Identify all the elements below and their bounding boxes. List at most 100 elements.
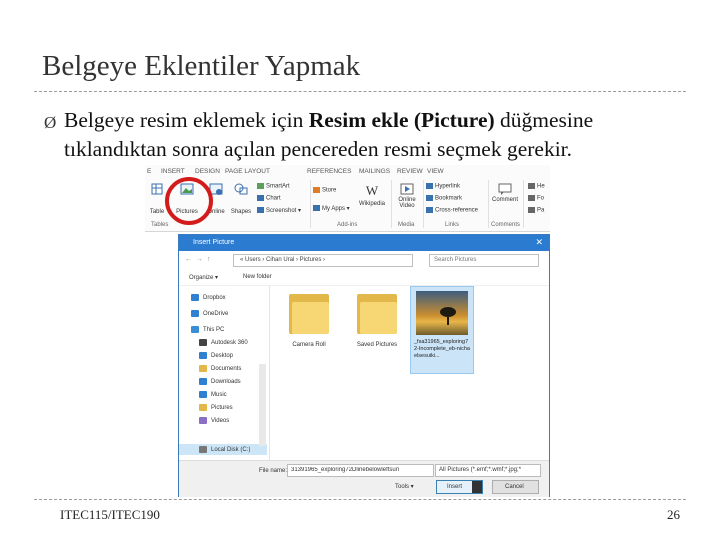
nav-arrows-icon[interactable]: ←→↑ — [185, 256, 215, 263]
footer-divider — [34, 499, 686, 500]
page-number-button[interactable]: Pa — [528, 207, 544, 214]
search-input[interactable]: Search Pictures — [429, 254, 539, 267]
apps-icon — [313, 205, 320, 212]
slide-title: Belgeye Eklentiler Yapmak — [42, 50, 361, 82]
new-folder-button[interactable]: New folder — [243, 274, 272, 280]
screenshot-button[interactable]: Screenshot ▾ — [257, 207, 301, 214]
search-placeholder: Search Pictures — [434, 257, 477, 263]
nav-item-autodesk[interactable]: Autodesk 360 — [199, 339, 248, 346]
dialog-titlebar: Insert Picture ✕ — [179, 235, 549, 251]
title-divider — [34, 91, 686, 92]
screenshot: E INSERT DESIGN PAGE LAYOUT REFERENCES M… — [145, 165, 550, 497]
ribbon-tab[interactable]: DESIGN — [195, 168, 220, 175]
group-tables: Tables — [151, 222, 169, 228]
nav-item-downloads[interactable]: Downloads — [199, 378, 241, 385]
computer-icon — [191, 326, 199, 333]
filename-input[interactable]: 31391965_exploring72Dlinebelowleftsuri — [287, 464, 434, 477]
file-item-selected[interactable]: _fsa31965_exploring72-Incomplete_eb-nich… — [410, 286, 474, 374]
path-box[interactable]: « Users › Cihan Ural › Pictures › — [233, 254, 413, 267]
path-text: « Users › Cihan Ural › Pictures › — [240, 257, 326, 263]
comment-button[interactable]: Comment — [490, 183, 520, 203]
bullet-bold: Resim ekle (Picture) — [308, 108, 495, 132]
nav-item-onedrive[interactable]: OneDrive — [191, 310, 228, 317]
group-comments: Comments — [491, 222, 521, 228]
header-button[interactable]: He — [528, 183, 545, 190]
store-icon — [313, 187, 320, 193]
nav-item-pictures[interactable]: Pictures — [199, 404, 233, 411]
autodesk-icon — [199, 339, 207, 346]
shapes-button[interactable]: Shapes — [229, 183, 253, 215]
bullet-text-start: Belgeye resim eklemek için — [64, 108, 309, 132]
wikipedia-button[interactable]: W Wikipedia — [357, 183, 387, 207]
nav-item-documents[interactable]: Documents — [199, 365, 241, 372]
ribbon-tabs: E INSERT DESIGN PAGE LAYOUT REFERENCES M… — [145, 165, 550, 178]
nav-item-this-pc[interactable]: This PC — [191, 326, 224, 333]
screenshot-icon — [257, 207, 264, 214]
ribbon-tab[interactable]: MAILINGS — [359, 168, 390, 175]
nav-item-music[interactable]: Music — [199, 391, 227, 398]
footer-button[interactable]: Fo — [528, 195, 544, 202]
disk-icon — [199, 446, 207, 453]
bookmark-icon — [426, 195, 433, 201]
smartart-button[interactable]: SmartArt — [257, 183, 290, 190]
bullet-arrow-icon: Ø — [44, 113, 57, 132]
word-ribbon: E INSERT DESIGN PAGE LAYOUT REFERENCES M… — [145, 165, 550, 232]
smartart-icon — [257, 183, 264, 189]
tools-button[interactable]: Tools ▾ — [395, 483, 414, 490]
chart-icon — [257, 195, 264, 201]
cloud-icon — [191, 310, 199, 317]
file-item[interactable]: Saved Pictures — [346, 290, 408, 348]
music-icon — [199, 391, 207, 398]
group-links: Links — [445, 222, 460, 228]
filename-label: File name: — [259, 468, 288, 474]
link-icon — [426, 183, 433, 189]
group-media: Media — [398, 222, 415, 228]
ribbon-tab[interactable]: REVIEW — [397, 168, 423, 175]
dropdown-arrow-icon — [472, 481, 482, 493]
cross-reference-button[interactable]: Cross-reference — [426, 207, 478, 214]
dialog-toolbar: Organize ▾ New folder — [179, 269, 549, 286]
my-apps-button[interactable]: My Apps ▾ — [313, 205, 350, 212]
organize-button[interactable]: Organize ▾ — [189, 274, 218, 281]
downloads-icon — [199, 378, 207, 385]
ribbon-tab[interactable]: E — [147, 168, 151, 175]
filetype-select[interactable]: All Pictures (*.emf;*.wmf;*.jpg;* — [435, 464, 541, 477]
photo-thumbnail-icon — [416, 291, 468, 335]
ribbon-tab[interactable]: INSERT — [161, 168, 185, 175]
table-button[interactable]: Table — [149, 183, 165, 215]
videos-icon — [199, 417, 207, 424]
file-list: Camera Roll Saved Pictures _fsa31965_exp… — [270, 286, 550, 460]
group-addins: Add-ins — [337, 222, 358, 228]
chart-button[interactable]: Chart — [257, 195, 281, 202]
store-button[interactable]: Store — [313, 187, 336, 194]
nav-scrollbar[interactable] — [259, 364, 266, 446]
hyperlink-button[interactable]: Hyperlink — [426, 183, 460, 190]
cancel-button[interactable]: Cancel — [492, 480, 539, 494]
page-number: 26 — [667, 507, 680, 522]
desktop-icon — [199, 352, 207, 359]
bookmark-button[interactable]: Bookmark — [426, 195, 462, 202]
ribbon-tab[interactable]: REFERENCES — [307, 168, 351, 175]
close-icon[interactable]: ✕ — [535, 237, 543, 248]
crossref-icon — [426, 207, 433, 213]
nav-item-desktop[interactable]: Desktop — [199, 352, 233, 359]
insert-picture-dialog: Insert Picture ✕ ←→↑ « Users › Cihan Ura… — [178, 234, 550, 497]
navigation-pane: Dropbox OneDrive This PC Autodesk 360 De… — [179, 286, 270, 460]
file-item[interactable]: Camera Roll — [278, 290, 340, 348]
insert-button[interactable]: Insert — [436, 480, 483, 494]
online-video-button[interactable]: Online Video — [395, 183, 419, 209]
shapes-icon — [234, 183, 248, 195]
nav-item-local-disk[interactable]: Local Disk (C:) — [199, 446, 250, 453]
dropbox-icon — [191, 294, 199, 301]
highlight-circle — [165, 177, 213, 225]
dialog-footer: File name: 31391965_exploring72Dlinebelo… — [179, 460, 549, 497]
nav-item-dropbox[interactable]: Dropbox — [191, 294, 226, 301]
page-number-icon — [528, 207, 535, 213]
ribbon-tab[interactable]: VIEW — [427, 168, 444, 175]
folder-icon — [357, 290, 397, 334]
nav-item-videos[interactable]: Videos — [199, 417, 229, 424]
ribbon-tab[interactable]: PAGE LAYOUT — [225, 168, 270, 175]
bullet-text: Belgeye resim eklemek için Resim ekle (P… — [64, 106, 674, 164]
wikipedia-icon: W — [365, 183, 379, 198]
video-icon — [400, 183, 414, 195]
